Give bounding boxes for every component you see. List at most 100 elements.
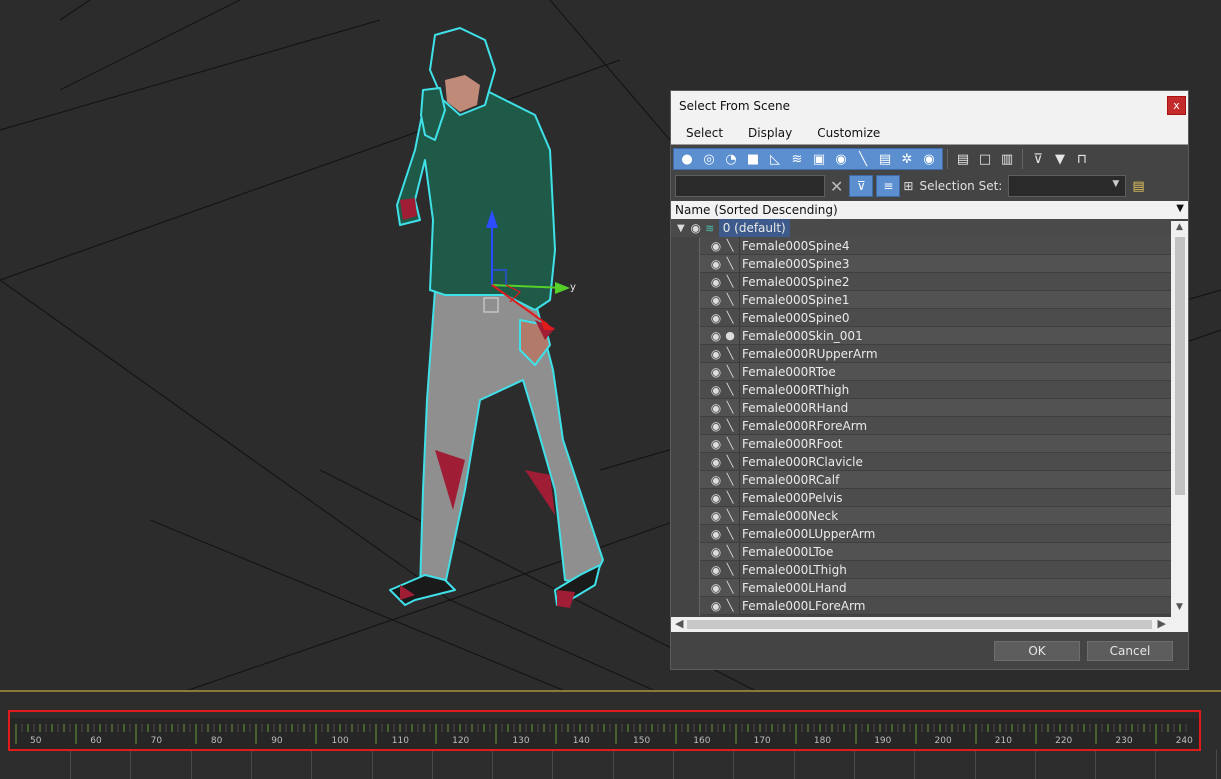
select-none-icon[interactable]: □ (974, 149, 996, 169)
clear-search-icon[interactable]: ✕ (830, 177, 843, 196)
timeline-gridline (1095, 750, 1097, 779)
geometry-filter-icon[interactable]: ● (676, 149, 698, 169)
list-item[interactable]: ◉ ╲ Female000Neck (699, 506, 1171, 525)
hierarchy-icon[interactable]: ⊞ (903, 179, 913, 193)
layer-row[interactable]: ▼ ◉ ≋ 0 (default) (671, 219, 1171, 237)
list-item[interactable]: ◉ ╲ Female000RUpperArm (699, 344, 1171, 363)
eye-icon[interactable]: ◉ (709, 239, 723, 253)
groups-filter-icon[interactable]: ▣ (808, 149, 830, 169)
list-item[interactable]: ◉ ╲ Female000Spine3 (699, 254, 1171, 273)
vertical-scrollbar[interactable]: ▲ ▼ (1171, 221, 1188, 617)
scrollbar-thumb[interactable] (687, 620, 1152, 629)
eye-icon[interactable]: ◉ (709, 329, 723, 343)
filter-icon[interactable]: ▼ (1049, 149, 1071, 169)
annotation-highlight-box (8, 710, 1201, 751)
eye-icon[interactable]: ◉ (709, 347, 723, 361)
menu-customize[interactable]: Customize (817, 126, 880, 140)
list-item[interactable]: ◉ ╲ Female000RHand (699, 398, 1171, 417)
eye-icon[interactable]: ◉ (709, 473, 723, 487)
eye-icon[interactable]: ◉ (709, 419, 723, 433)
chevron-down-icon[interactable]: ▼ (1176, 203, 1184, 214)
eye-icon[interactable]: ◉ (709, 581, 723, 595)
list-item[interactable]: ◉ ╲ Female000RClavicle (699, 452, 1171, 471)
eye-icon[interactable]: ◉ (709, 599, 723, 613)
eye-icon[interactable]: ◉ (709, 275, 723, 289)
list-item[interactable]: ◉ ╲ Female000LUpperArm (699, 524, 1171, 543)
eye-icon[interactable]: ◉ (709, 545, 723, 559)
list-item-label: Female000Spine3 (739, 254, 849, 273)
selection-set-dropdown[interactable]: ▼ (1008, 175, 1127, 197)
cameras-filter-icon[interactable]: ■ (742, 149, 764, 169)
name-column-header[interactable]: Name (Sorted Descending) ▼ (671, 201, 1188, 219)
list-item[interactable]: ◉ ● Female000Skin_001 (699, 326, 1171, 345)
list-item[interactable]: ◉ ╲ Female000RCalf (699, 470, 1171, 489)
edit-selection-set-icon[interactable]: ▤ (1132, 179, 1144, 194)
eye-icon[interactable]: ◉ (709, 401, 723, 415)
eye-icon[interactable]: ◉ (709, 437, 723, 451)
list-item[interactable]: ◉ ╲ Female000LForeArm (699, 596, 1171, 615)
timeline-gridline (673, 750, 674, 779)
find-filter-icon[interactable]: ⊽ (849, 175, 874, 197)
list-item-label: Female000Pelvis (739, 488, 843, 507)
collapse-arrow-icon[interactable]: ▼ (677, 223, 685, 234)
list-item[interactable]: ◉ ╲ Female000RToe (699, 362, 1171, 381)
menu-select[interactable]: Select (686, 126, 723, 140)
eye-icon[interactable]: ◉ (709, 563, 723, 577)
hidden-filter-icon[interactable]: ◉ (918, 149, 940, 169)
cancel-button[interactable]: Cancel (1087, 641, 1173, 661)
list-item[interactable]: ◉ ╲ Female000LHand (699, 578, 1171, 597)
timeline-gridline (311, 750, 313, 779)
bones-filter-icon[interactable]: ╲ (852, 149, 874, 169)
scene-object-list[interactable]: ▼ ◉ ≋ 0 (default) ◉ ╲ Female000Spine4 ◉ ╲ Female0… (671, 219, 1171, 617)
gizmo-y-label: y (570, 282, 576, 293)
search-input[interactable] (675, 175, 825, 197)
transform-gizmo[interactable]: y (470, 200, 590, 340)
list-item[interactable]: ◉ ╲ Female000RForeArm (699, 416, 1171, 435)
lights-filter-icon[interactable]: ◔ (720, 149, 742, 169)
scroll-right-icon[interactable]: ▶ (1158, 617, 1166, 630)
helpers-filter-icon[interactable]: ◺ (764, 149, 786, 169)
eye-icon[interactable]: ◉ (709, 509, 723, 523)
containers-filter-icon[interactable]: ▤ (874, 149, 896, 169)
menu-display[interactable]: Display (748, 126, 792, 140)
close-button[interactable]: x (1167, 96, 1186, 115)
folder-icon[interactable]: ⊓ (1071, 149, 1093, 169)
dialog-titlebar[interactable]: Select From Scene x (671, 91, 1188, 121)
list-item[interactable]: ◉ ╲ Female000Spine0 (699, 308, 1171, 327)
select-all-icon[interactable]: ▤ (952, 149, 974, 169)
ok-button[interactable]: OK (994, 641, 1080, 661)
layer-name: 0 (default) (718, 219, 790, 237)
eye-icon[interactable]: ◉ (709, 455, 723, 469)
spacewarps-filter-icon[interactable]: ≋ (786, 149, 808, 169)
eye-icon[interactable]: ◉ (709, 311, 723, 325)
eye-icon[interactable]: ◉ (709, 365, 723, 379)
scroll-up-icon[interactable]: ▲ (1171, 222, 1188, 236)
shapes-filter-icon[interactable]: ◎ (698, 149, 720, 169)
layers-view-icon[interactable]: ≡ (876, 175, 901, 197)
xrefs-filter-icon[interactable]: ◉ (830, 149, 852, 169)
list-item[interactable]: ◉ ╲ Female000Spine1 (699, 290, 1171, 309)
list-item[interactable]: ◉ ╲ Female000Pelvis (699, 488, 1171, 507)
eye-icon[interactable]: ◉ (709, 383, 723, 397)
eye-icon[interactable]: ◉ (709, 527, 723, 541)
list-item[interactable]: ◉ ╲ Female000Spine2 (699, 272, 1171, 291)
eye-icon[interactable]: ◉ (709, 293, 723, 307)
list-item[interactable]: ◉ ╲ Female000RFoot (699, 434, 1171, 453)
eye-icon[interactable]: ◉ (689, 221, 703, 235)
list-item[interactable]: ◉ ╲ Female000Spine4 (699, 236, 1171, 255)
timeline-gridline (1034, 750, 1036, 779)
eye-icon[interactable]: ◉ (709, 257, 723, 271)
horizontal-scrollbar[interactable]: ◀ ▶ (671, 617, 1188, 632)
scroll-down-icon[interactable]: ▼ (1171, 602, 1188, 616)
scrollbar-thumb[interactable] (1175, 237, 1185, 495)
frozen-filter-icon[interactable]: ✲ (896, 149, 918, 169)
filter-settings-icon[interactable]: ⊽ (1027, 149, 1049, 169)
eye-icon[interactable]: ◉ (709, 491, 723, 505)
list-item[interactable]: ◉ ╲ Female000RThigh (699, 380, 1171, 399)
timeline-gridline (733, 750, 735, 779)
invert-selection-icon[interactable]: ▥ (996, 149, 1018, 169)
list-item[interactable]: ◉ ╲ Female000LThigh (699, 560, 1171, 579)
scroll-left-icon[interactable]: ◀ (675, 617, 683, 630)
bone-icon: ╲ (726, 365, 734, 378)
list-item[interactable]: ◉ ╲ Female000LToe (699, 542, 1171, 561)
